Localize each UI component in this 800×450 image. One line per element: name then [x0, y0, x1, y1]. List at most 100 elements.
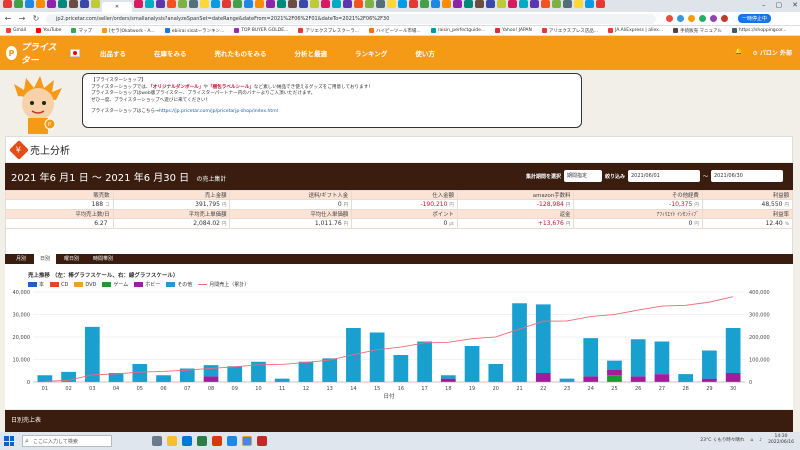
browser-tab[interactable] [178, 0, 187, 8]
date-from-input[interactable]: 2021/06/01 [627, 170, 700, 182]
tab-weekday[interactable]: 曜日別 [58, 254, 85, 264]
browser-tab[interactable] [530, 0, 539, 8]
browser-tab[interactable] [464, 0, 473, 8]
avatar[interactable] [721, 15, 728, 22]
browser-tab[interactable] [376, 0, 385, 8]
bookmark-item[interactable]: Gmail [6, 28, 26, 33]
browser-tab[interactable] [244, 0, 253, 8]
browser-tab[interactable] [409, 0, 418, 8]
minimize-icon[interactable]: – [762, 1, 766, 9]
bookmark-item[interactable]: ebiirai sisatーランキン... [164, 28, 224, 34]
back-icon[interactable]: ← [4, 14, 12, 23]
settings-link[interactable]: ⚙ パロン 外部 [752, 48, 792, 57]
bookmark-item[interactable]: ハイピーツール市場... [369, 28, 421, 34]
store-icon[interactable] [197, 436, 207, 446]
reload-icon[interactable]: ↻ [32, 14, 40, 23]
chrome-icon[interactable] [242, 436, 252, 446]
browser-tab[interactable] [552, 0, 561, 8]
site-logo[interactable]: P プライスター [0, 36, 80, 70]
tab-daily[interactable]: 日別 [34, 254, 57, 264]
legend-item[interactable]: ホビー [134, 281, 160, 288]
browser-tab[interactable] [387, 0, 396, 8]
bookmark-item[interactable]: アリエクスプレスクーラ... [298, 28, 359, 34]
browser-tab[interactable] [233, 0, 242, 8]
forward-icon[interactable]: → [18, 14, 26, 23]
browser-tab[interactable] [91, 0, 100, 8]
legend-item[interactable]: ゲーム [102, 281, 128, 288]
mail-icon[interactable] [227, 436, 237, 446]
browser-tab[interactable] [574, 0, 583, 8]
menu-item[interactable]: 出品する [94, 48, 132, 58]
browser-tab[interactable] [497, 0, 506, 8]
extension-icon[interactable] [688, 15, 695, 22]
browser-tab[interactable] [222, 0, 231, 8]
browser-tab[interactable] [200, 0, 209, 8]
taskbar-search[interactable]: ここに入力して検索 [22, 435, 112, 447]
browser-tab[interactable] [519, 0, 528, 8]
bookmark-item[interactable]: Yahoo! JAPAN [495, 28, 532, 33]
edge-icon[interactable] [182, 436, 192, 446]
date-to-input[interactable]: 2021/06/30 [711, 170, 783, 182]
bookmark-item[interactable]: [セラ]Okatwork - A... [101, 28, 155, 34]
shop-link[interactable]: https://jp.pricetar.com/jp/pricetarjp-sh… [159, 109, 278, 114]
browser-tab[interactable] [475, 0, 484, 8]
browser-tab[interactable] [541, 0, 550, 8]
browser-tab[interactable] [167, 0, 176, 8]
browser-tab[interactable] [211, 0, 220, 8]
bookmark-item[interactable]: TOP BUYER GOLDE... [234, 28, 288, 33]
tab-hourly[interactable]: 時間帯別 [87, 254, 119, 264]
browser-tab[interactable] [47, 0, 56, 8]
menu-item[interactable]: ランキング [349, 48, 393, 58]
windows-start-icon[interactable] [4, 436, 14, 446]
active-browser-tab[interactable]: ✕ [102, 1, 132, 13]
bookmark-item[interactable]: https://shoppingcor... [731, 28, 787, 33]
bell-icon[interactable]: 🔔 [735, 48, 742, 57]
browser-tab[interactable] [277, 0, 286, 8]
maximize-icon[interactable]: ▢ [776, 1, 783, 9]
extension-icon[interactable] [666, 15, 673, 22]
browser-tab[interactable] [321, 0, 330, 8]
browser-tab[interactable] [596, 0, 605, 8]
browser-tab[interactable] [255, 0, 264, 8]
browser-tab[interactable] [431, 0, 440, 8]
extension-icon[interactable] [710, 15, 717, 22]
menu-item[interactable]: 使い方 [409, 48, 441, 58]
app-icon[interactable] [257, 436, 267, 446]
browser-tab[interactable] [442, 0, 451, 8]
url-field[interactable]: jp2.pricetar.com/seller/orders/smallanal… [46, 13, 656, 24]
browser-tab[interactable] [36, 0, 45, 8]
browser-tab[interactable] [563, 0, 572, 8]
browser-tab[interactable] [80, 0, 89, 8]
clock[interactable]: 14:30 2022/06/16 [768, 434, 794, 446]
bookmark-item[interactable]: JA.AliExpress | aliex... [608, 28, 663, 33]
browser-tab[interactable] [134, 0, 143, 8]
browser-tab[interactable] [266, 0, 275, 8]
browser-tab[interactable] [365, 0, 374, 8]
browser-tab[interactable] [156, 0, 165, 8]
close-icon[interactable]: ✕ [792, 1, 798, 9]
extension-icon[interactable] [699, 15, 706, 22]
bookmark-item[interactable]: 手続販売 マニュアル [673, 28, 722, 34]
browser-tab[interactable] [354, 0, 363, 8]
network-icon[interactable]: ⌂ [750, 438, 753, 443]
browser-tab[interactable] [299, 0, 308, 8]
menu-item[interactable]: 分析と最適 [289, 48, 334, 58]
volume-icon[interactable]: ♪ [759, 438, 762, 443]
bookmark-item[interactable]: YouTube [36, 28, 61, 33]
bookmark-item[interactable]: アリエクスプレス店品... [541, 28, 598, 34]
browser-tab[interactable] [508, 0, 517, 8]
browser-tab[interactable] [486, 0, 495, 8]
legend-item[interactable]: 月間売上（累計） [198, 281, 249, 288]
browser-tab[interactable] [189, 0, 198, 8]
tab-monthly[interactable]: 月別 [10, 254, 32, 264]
task-view-icon[interactable] [152, 436, 162, 446]
legend-item[interactable]: CD [50, 282, 68, 288]
legend-item[interactable]: 本 [28, 281, 44, 288]
file-explorer-icon[interactable] [167, 436, 177, 446]
browser-tab[interactable] [332, 0, 341, 8]
browser-tab[interactable] [420, 0, 429, 8]
browser-tab[interactable] [343, 0, 352, 8]
browser-tab[interactable] [398, 0, 407, 8]
browser-tab[interactable] [14, 0, 23, 8]
menu-item[interactable]: 売れたものをみる [209, 48, 273, 58]
